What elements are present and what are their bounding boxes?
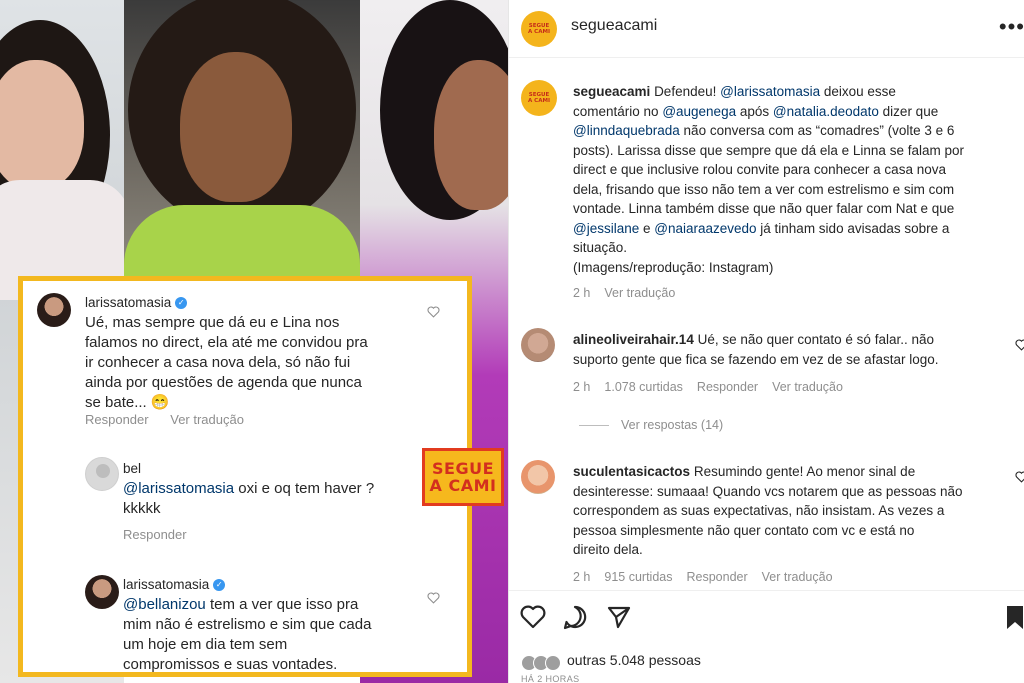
avatar[interactable]: SEGUE A CAMI: [521, 11, 557, 47]
comment-bubble-icon[interactable]: [561, 603, 589, 631]
comment-text: alineoliveirahair.14 Ué, se não quer con…: [573, 332, 939, 367]
mention-link[interactable]: @jessilane: [573, 221, 639, 236]
avatar[interactable]: [521, 328, 555, 362]
mention-link[interactable]: @linndaquebrada: [573, 123, 680, 138]
comment-text: Ué, mas sempre que dá eu e Lina nos fala…: [85, 314, 368, 411]
reply-button[interactable]: Responder: [123, 527, 187, 542]
like-heart-icon[interactable]: [519, 603, 547, 631]
avatar: [85, 457, 119, 491]
header-username[interactable]: segueacami: [571, 17, 657, 35]
translate-button[interactable]: Ver tradução: [170, 412, 244, 427]
comment-actions: Responder: [123, 527, 205, 542]
timestamp: 2 h: [573, 380, 591, 394]
more-options-icon[interactable]: •••: [999, 14, 1024, 40]
comment-text: @larissatomasia oxi e oq tem haver ? kkk…: [123, 480, 375, 517]
mention-link[interactable]: @augenega: [662, 104, 736, 119]
post-caption: segueacami Defendeu! @larissatomasia dei…: [573, 84, 964, 275]
heart-icon[interactable]: [1015, 338, 1024, 351]
comment-actions: Responder Ver tradução: [85, 412, 262, 427]
likes-count[interactable]: 915 curtidas: [604, 570, 672, 584]
heart-icon[interactable]: [427, 305, 440, 318]
liked-by-avatars: [521, 655, 561, 671]
liked-by-text[interactable]: outras 5.048 pessoas: [567, 652, 701, 668]
translate-button[interactable]: Ver tradução: [772, 380, 843, 394]
caption-meta: 2 h Ver tradução: [573, 286, 689, 300]
segue-a-cami-logo: SEGUE A CAMI: [422, 448, 504, 506]
reply-button[interactable]: Responder: [687, 570, 748, 584]
avatar: [85, 575, 119, 609]
avatar: [37, 293, 71, 327]
post-header: SEGUE A CAMI segueacami •••: [509, 0, 1024, 58]
comment-username[interactable]: larissatomasia ✓: [123, 577, 226, 592]
post-time: HÁ 2 HORAS: [521, 674, 580, 683]
translate-button[interactable]: Ver tradução: [762, 570, 833, 584]
comment-username[interactable]: alineoliveirahair.14: [573, 332, 694, 347]
share-send-icon[interactable]: [605, 603, 633, 631]
caption-username[interactable]: segueacami: [573, 84, 650, 99]
comment-text: suculentasicactos Resumindo gente! Ao me…: [573, 464, 963, 557]
heart-icon[interactable]: [427, 591, 440, 604]
heart-icon[interactable]: [1015, 470, 1024, 483]
avatar[interactable]: [521, 460, 555, 494]
verified-icon: ✓: [175, 297, 188, 310]
avatar[interactable]: SEGUE A CAMI: [521, 80, 557, 116]
save-bookmark-icon[interactable]: [1003, 603, 1024, 631]
screenshot-collage: larissatomasia ✓ Ué, mas sempre que dá eu…: [0, 0, 1024, 683]
view-replies-button[interactable]: Ver respostas (14): [621, 418, 723, 432]
mention-link[interactable]: @bellanizou: [123, 596, 206, 613]
mention-link[interactable]: @larissatomasia: [123, 480, 234, 497]
post-action-bar: [509, 590, 1024, 650]
timestamp: 2 h: [573, 286, 591, 300]
verified-icon: ✓: [213, 579, 226, 592]
comment-username[interactable]: larissatomasia ✓: [85, 295, 188, 310]
instagram-comments-card: larissatomasia ✓ Ué, mas sempre que dá eu…: [18, 276, 472, 677]
translate-button[interactable]: Ver tradução: [604, 286, 675, 300]
likes-count[interactable]: 1.078 curtidas: [604, 380, 683, 394]
mention-link[interactable]: @naiaraazevedo: [654, 221, 756, 236]
photo-woman-center: [124, 0, 360, 276]
comment-meta: 2 h 915 curtidas Responder Ver tradução: [573, 570, 847, 584]
mention-link[interactable]: @natalia.deodato: [773, 104, 879, 119]
timestamp: 2 h: [573, 570, 591, 584]
comment-username[interactable]: suculentasicactos: [573, 464, 690, 479]
comment-text: @bellanizou tem a ver que isso pra mim n…: [123, 596, 372, 673]
instagram-post: SEGUE A CAMI segueacami ••• SEGUE A CAMI s…: [508, 0, 1024, 683]
comment-meta: 2 h 1.078 curtidas Responder Ver tradução: [573, 380, 857, 394]
news-collage: larissatomasia ✓ Ué, mas sempre que dá eu…: [0, 0, 508, 683]
divider: [579, 425, 609, 426]
reply-button[interactable]: Responder: [697, 380, 758, 394]
mention-link[interactable]: @larissatomasia: [720, 84, 820, 99]
reply-button[interactable]: Responder: [85, 412, 149, 427]
comment-username[interactable]: bel: [123, 461, 141, 476]
